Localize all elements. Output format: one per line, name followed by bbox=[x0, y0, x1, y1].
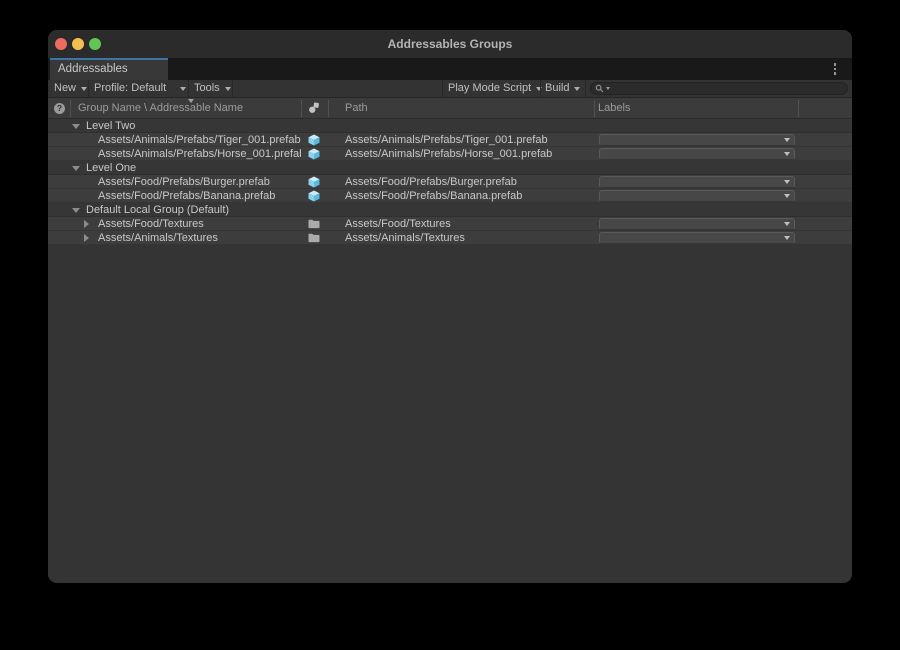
folder-row[interactable]: Assets/Animals/Textures Assets/Animals/T… bbox=[48, 231, 852, 245]
chevron-down-icon bbox=[784, 138, 790, 142]
expand-triangle-icon[interactable] bbox=[84, 234, 89, 242]
asset-row[interactable]: Assets/Animals/Prefabs/Tiger_001.prefab … bbox=[48, 133, 852, 147]
labels-dropdown[interactable] bbox=[599, 148, 795, 160]
asset-path: Assets/Food/Prefabs/Banana.prefab bbox=[345, 189, 592, 203]
chevron-down-icon bbox=[81, 87, 87, 91]
collapse-triangle-icon[interactable] bbox=[72, 166, 80, 171]
tools-dropdown-button[interactable]: Tools bbox=[194, 80, 231, 97]
window-title: Addressables Groups bbox=[48, 30, 852, 58]
chevron-down-icon bbox=[784, 152, 790, 156]
labels-dropdown[interactable] bbox=[599, 218, 795, 230]
asset-row[interactable]: Assets/Food/Prefabs/Burger.prefab Assets… bbox=[48, 175, 852, 189]
window-menu-kebab-icon[interactable] bbox=[828, 62, 842, 76]
search-field[interactable] bbox=[590, 82, 848, 95]
group-name: Default Local Group (Default) bbox=[86, 203, 301, 217]
column-divider[interactable] bbox=[594, 100, 595, 117]
chevron-down-icon bbox=[574, 87, 580, 91]
prefab-cube-icon bbox=[308, 176, 320, 188]
addressables-groups-window: Addressables Groups Addressables Groups … bbox=[48, 30, 852, 583]
folder-icon bbox=[308, 218, 320, 230]
tab-strip: Addressables Groups bbox=[48, 58, 852, 80]
group-name: Level One bbox=[86, 161, 301, 175]
folder-row[interactable]: Assets/Food/Textures Assets/Food/Texture… bbox=[48, 217, 852, 231]
play-mode-script-dropdown-button[interactable]: Play Mode Script bbox=[448, 80, 538, 97]
profile-label: Profile: Default bbox=[94, 80, 166, 97]
chevron-down-icon bbox=[784, 180, 790, 184]
toolbar: New Profile: Default Tools Play Mode Scr… bbox=[48, 80, 852, 98]
asset-path: Assets/Food/Textures bbox=[345, 217, 592, 231]
new-dropdown-button[interactable]: New bbox=[54, 80, 87, 97]
addressable-name: Assets/Food/Prefabs/Burger.prefab bbox=[98, 175, 301, 189]
asset-path: Assets/Animals/Prefabs/Tiger_001.prefab bbox=[345, 133, 592, 147]
build-label: Build bbox=[545, 80, 569, 97]
new-label: New bbox=[54, 80, 76, 97]
labels-dropdown[interactable] bbox=[599, 232, 795, 244]
search-filter-caret-icon bbox=[606, 87, 610, 90]
labels-dropdown[interactable] bbox=[599, 134, 795, 146]
collapse-triangle-icon[interactable] bbox=[72, 124, 80, 129]
asset-path: Assets/Animals/Textures bbox=[345, 231, 592, 245]
addressable-name: Assets/Animals/Prefabs/Horse_001.prefab bbox=[98, 147, 301, 161]
labels-dropdown[interactable] bbox=[599, 190, 795, 202]
column-divider[interactable] bbox=[301, 100, 302, 117]
asset-row[interactable]: Assets/Food/Prefabs/Banana.prefab Assets… bbox=[48, 189, 852, 203]
folder-icon bbox=[308, 232, 320, 244]
addressable-name: Assets/Animals/Textures bbox=[98, 231, 301, 245]
collapse-triangle-icon[interactable] bbox=[72, 208, 80, 213]
toolbar-separator bbox=[540, 80, 541, 97]
column-header-labels[interactable]: Labels bbox=[598, 98, 630, 119]
asset-path: Assets/Food/Prefabs/Burger.prefab bbox=[345, 175, 592, 189]
addressable-name: Assets/Food/Prefabs/Banana.prefab bbox=[98, 189, 301, 203]
prefab-cube-icon bbox=[308, 190, 320, 202]
asset-row[interactable]: Assets/Animals/Prefabs/Horse_001.prefab … bbox=[48, 147, 852, 161]
toolbar-separator bbox=[188, 80, 189, 97]
asset-path: Assets/Animals/Prefabs/Horse_001.prefab bbox=[345, 147, 592, 161]
column-divider[interactable] bbox=[328, 100, 329, 117]
titlebar: Addressables Groups bbox=[48, 30, 852, 58]
chevron-down-icon bbox=[225, 87, 231, 91]
build-dropdown-button[interactable]: Build bbox=[545, 80, 580, 97]
toolbar-separator bbox=[88, 80, 89, 97]
empty-tree-area bbox=[48, 245, 852, 582]
chevron-down-icon bbox=[784, 194, 790, 198]
profile-dropdown-button[interactable]: Profile: Default bbox=[94, 80, 186, 97]
column-header-group-name[interactable]: Group Name \ Addressable Name bbox=[78, 98, 243, 119]
groups-tree: Level Two Assets/Animals/Prefabs/Tiger_0… bbox=[48, 119, 852, 245]
tab-addressables-groups[interactable]: Addressables Groups bbox=[50, 58, 168, 80]
expand-triangle-icon[interactable] bbox=[84, 220, 89, 228]
labels-dropdown[interactable] bbox=[599, 176, 795, 188]
chevron-down-icon bbox=[784, 222, 790, 226]
group-row[interactable]: Level One bbox=[48, 161, 852, 175]
help-icon[interactable]: ? bbox=[54, 103, 65, 114]
table-header: ? Group Name \ Addressable Name Path Lab… bbox=[48, 98, 852, 119]
chevron-down-icon bbox=[180, 87, 186, 91]
search-icon bbox=[595, 84, 605, 94]
chevron-down-icon bbox=[784, 236, 790, 240]
prefab-cube-icon bbox=[308, 134, 320, 146]
toolbar-separator bbox=[585, 80, 586, 97]
group-name: Level Two bbox=[86, 119, 301, 133]
toolbar-separator bbox=[232, 80, 233, 97]
prefab-cube-icon bbox=[308, 148, 320, 160]
play-mode-script-label: Play Mode Script bbox=[448, 80, 531, 97]
column-divider[interactable] bbox=[70, 100, 71, 117]
tools-label: Tools bbox=[194, 80, 220, 97]
column-divider[interactable] bbox=[798, 100, 799, 117]
search-input[interactable] bbox=[613, 83, 843, 94]
column-header-path[interactable]: Path bbox=[345, 98, 368, 119]
addressable-name: Assets/Food/Textures bbox=[98, 217, 301, 231]
group-row[interactable]: Default Local Group (Default) bbox=[48, 203, 852, 217]
group-row[interactable]: Level Two bbox=[48, 119, 852, 133]
sort-indicator-icon bbox=[188, 99, 194, 103]
asset-type-icon bbox=[308, 102, 320, 114]
toolbar-separator bbox=[442, 80, 443, 97]
addressable-name: Assets/Animals/Prefabs/Tiger_001.prefab bbox=[98, 133, 301, 147]
